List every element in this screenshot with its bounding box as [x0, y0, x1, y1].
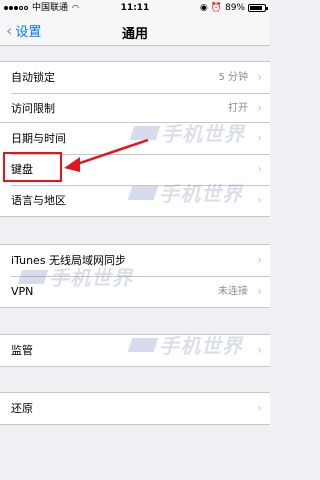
row-date-time[interactable]: 日期与时间 ›	[0, 123, 270, 154]
row-itunes-wifi-sync[interactable]: iTunes 无线局域网同步 ›	[0, 245, 270, 276]
settings-group-lock: 自动锁定 5 分钟 › 访问限制 打开 ›	[0, 61, 270, 125]
chevron-right-icon: ›	[257, 101, 262, 115]
status-right: ◉ ⏰ 89%	[199, 0, 268, 16]
chevron-right-icon: ›	[257, 162, 262, 176]
settings-group-sync: iTunes 无线局域网同步 › VPN 未连接 ›	[0, 244, 270, 308]
row-label: 自动锁定	[11, 71, 55, 84]
chevron-right-icon: ›	[257, 284, 262, 298]
row-language-region[interactable]: 语言与地区 ›	[0, 185, 270, 216]
row-auto-lock[interactable]: 自动锁定 5 分钟 ›	[0, 62, 270, 93]
row-label: 访问限制	[11, 102, 55, 115]
chevron-right-icon: ›	[257, 131, 262, 145]
row-reset[interactable]: 还原 ›	[0, 393, 270, 424]
row-label: 日期与时间	[11, 132, 66, 145]
row-label: VPN	[11, 285, 34, 298]
battery-icon	[248, 4, 268, 12]
settings-group-reset: 还原 ›	[0, 392, 270, 425]
row-value: 打开	[228, 103, 248, 114]
chevron-right-icon: ›	[257, 253, 262, 267]
row-label: 还原	[11, 402, 33, 415]
alarm-icon: ⏰	[210, 3, 222, 13]
row-vpn[interactable]: VPN 未连接 ›	[0, 276, 270, 307]
highlight-box	[3, 152, 62, 182]
battery-fill	[250, 6, 263, 10]
chevron-right-icon: ›	[257, 70, 262, 84]
navigation-bar: ‹ 设置 通用	[0, 16, 270, 46]
lock-rotation-icon: ◉	[199, 3, 208, 13]
row-regulatory[interactable]: 监管 ›	[0, 335, 270, 366]
battery-percent: 89%	[224, 3, 245, 13]
chevron-right-icon: ›	[257, 193, 262, 207]
row-label: iTunes 无线局域网同步	[11, 254, 127, 267]
row-value: 未连接	[218, 286, 248, 297]
row-value: 5 分钟	[218, 72, 248, 83]
settings-group-regulatory: 监管 ›	[0, 334, 270, 367]
status-bar: 中国联通 ◠ 11:11 ◉ ⏰ 89%	[0, 0, 270, 16]
row-label: 语言与地区	[11, 194, 66, 207]
chevron-right-icon: ›	[257, 401, 262, 415]
row-restrictions[interactable]: 访问限制 打开 ›	[0, 93, 270, 124]
chevron-right-icon: ›	[257, 343, 262, 357]
row-label: 监管	[11, 344, 33, 357]
page-title: 通用	[121, 27, 148, 42]
